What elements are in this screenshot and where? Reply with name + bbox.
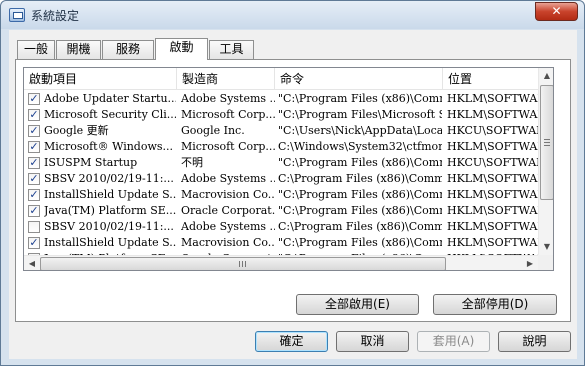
startup-item-command: "C:\Program Files (x86)\Comm... xyxy=(278,204,442,217)
startup-item-manufacturer: Google Inc. xyxy=(181,124,245,137)
startup-item-row[interactable]: ✓ Google 更新 Google Inc. "C:\Users\Nick\AppD… xyxy=(24,123,538,139)
startup-item-name: Google 更新 xyxy=(44,124,109,137)
startup-item-name: InstallShield Update S... xyxy=(44,236,176,249)
startup-item-name: Microsoft® Windows... xyxy=(44,140,174,153)
startup-item-location: HKCU\SOFTWARE\... xyxy=(447,124,538,137)
startup-item-location: HKLM\SOFTWARE\... xyxy=(447,172,538,185)
startup-items-list[interactable]: 啟動項目 製造商 命令 位置 ✓ Adobe Updater Startu... A… xyxy=(23,67,554,271)
msconfig-icon xyxy=(9,8,25,22)
title-bar[interactable]: 系統設定 ✕ xyxy=(1,1,584,29)
startup-item-location: HKLM\SOFTWARE\... xyxy=(447,140,538,153)
thumb-grip xyxy=(544,145,550,146)
ok-button[interactable]: 確定 xyxy=(255,331,328,352)
startup-item-checkbox[interactable]: ✓ xyxy=(28,93,40,105)
list-header: 啟動項目 製造商 命令 位置 xyxy=(24,68,538,90)
startup-item-manufacturer: Microsoft Corp... xyxy=(181,108,275,121)
startup-item-name: Adobe Updater Startu... xyxy=(44,92,176,105)
startup-item-row[interactable]: ✓ ISUSPM Startup 不明 "C:\Program Files (x86)… xyxy=(24,155,538,171)
scroll-down-icon[interactable]: ▼ xyxy=(539,239,553,255)
thumb-grip xyxy=(544,142,550,143)
scroll-up-icon[interactable]: ▲ xyxy=(539,68,553,84)
startup-item-row[interactable]: ✓ Adobe Updater Startu... Adobe Systems ..… xyxy=(24,91,538,107)
startup-item-checkbox[interactable]: ✓ xyxy=(28,157,40,169)
startup-item-row[interactable]: SBSV 2010/02/19-11:... Adobe Systems ... C… xyxy=(24,219,538,235)
startup-item-row[interactable]: ✓ Microsoft® Windows... Microsoft Corp... C… xyxy=(24,139,538,155)
startup-item-location: HKLM\SOFTWARE\... xyxy=(447,188,538,201)
dialog-client-area: 一般 開機 服務 啟動 工具 啟動項目 製造商 命令 位置 ✓ Adobe Upd… xyxy=(9,30,577,359)
startup-item-manufacturer: Adobe Systems ... xyxy=(181,220,275,233)
startup-item-name: ISUSPM Startup xyxy=(44,156,138,169)
thumb-grip xyxy=(245,261,246,267)
startup-item-checkbox[interactable]: ✓ xyxy=(28,125,40,137)
startup-item-row[interactable]: ✓ Microsoft Security Cli... Microsoft Corp… xyxy=(24,107,538,123)
startup-item-location: HKLM\SOFTWARE\... xyxy=(447,220,538,233)
startup-item-command: C:\Program Files (x86)\Commo... xyxy=(278,220,442,233)
startup-item-command: "C:\Program Files (x86)\Comm... xyxy=(278,92,442,105)
startup-item-checkbox[interactable] xyxy=(28,221,40,233)
startup-item-name: InstallShield Update S... xyxy=(44,188,176,201)
column-header-startup-item[interactable]: 啟動項目 xyxy=(24,68,177,90)
disable-all-button[interactable]: 全部停用(D) xyxy=(433,294,557,315)
system-configuration-window: 系統設定 ✕ 一般 開機 服務 啟動 工具 啟動項目 製造商 命令 位置 ✓ Ad… xyxy=(0,0,585,366)
startup-item-row[interactable]: ✓ Java(TM) Platform SE... Oracle Corporat.… xyxy=(24,203,538,219)
startup-item-location: HKCU\SOFTWARE\... xyxy=(447,156,538,169)
startup-item-location: HKLM\SOFTWARE\... xyxy=(447,92,538,105)
startup-item-location: HKLM\SOFTWARE\... xyxy=(447,204,538,217)
tab-startup[interactable]: 啟動 xyxy=(155,38,208,60)
startup-item-command: "C:\Program Files (x86)\Comm... xyxy=(278,188,442,201)
close-button[interactable]: ✕ xyxy=(535,2,578,21)
horizontal-scrollbar[interactable]: ◀ ▶ xyxy=(24,255,538,270)
startup-item-manufacturer: 不明 xyxy=(181,156,203,169)
startup-item-location: HKLM\SOFTWARE\... xyxy=(447,236,538,249)
column-header-manufacturer[interactable]: 製造商 xyxy=(177,68,275,90)
startup-item-command: "C:\Users\Nick\AppData\Local\... xyxy=(278,124,442,137)
startup-item-command: C:\Windows\System32\ctfmon.... xyxy=(278,140,442,153)
startup-item-command: C:\Program Files (x86)\Commo... xyxy=(278,172,442,185)
thumb-grip xyxy=(239,261,240,267)
startup-item-checkbox[interactable]: ✓ xyxy=(28,173,40,185)
cancel-button[interactable]: 取消 xyxy=(336,331,409,352)
startup-item-command: "C:\Program Files (x86)\Comm... xyxy=(278,156,442,169)
help-button[interactable]: 說明 xyxy=(498,331,571,352)
scroll-left-icon[interactable]: ◀ xyxy=(24,256,40,270)
startup-item-checkbox[interactable]: ✓ xyxy=(28,189,40,201)
startup-item-manufacturer: Macrovision Co... xyxy=(181,236,275,249)
scroll-right-icon[interactable]: ▶ xyxy=(522,256,538,270)
horizontal-scroll-thumb[interactable] xyxy=(40,257,446,270)
startup-item-row[interactable]: ✓ InstallShield Update S... Macrovision Co… xyxy=(24,187,538,203)
startup-item-checkbox[interactable]: ✓ xyxy=(28,205,40,217)
startup-item-manufacturer: Microsoft Corp... xyxy=(181,140,275,153)
startup-item-row[interactable]: ✓ InstallShield Update S... Macrovision Co… xyxy=(24,235,538,251)
tab-tools[interactable]: 工具 xyxy=(209,40,254,59)
thumb-grip xyxy=(242,261,243,267)
startup-item-manufacturer: Oracle Corporat... xyxy=(181,204,275,217)
tab-boot[interactable]: 開機 xyxy=(56,40,101,59)
startup-item-command: "C:\Program Files\Microsoft Se... xyxy=(278,108,442,121)
vertical-scrollbar[interactable]: ▲ ▼ xyxy=(538,68,553,255)
startup-item-name: SBSV 2010/02/19-11:... xyxy=(44,172,174,185)
startup-item-row[interactable]: ✓ SBSV 2010/02/19-11:... Adobe Systems ...… xyxy=(24,171,538,187)
thumb-grip xyxy=(544,139,550,140)
enable-all-button[interactable]: 全部啟用(E) xyxy=(296,294,419,315)
startup-item-checkbox[interactable]: ✓ xyxy=(28,109,40,121)
tab-general[interactable]: 一般 xyxy=(17,40,55,59)
startup-item-location: HKLM\SOFTWARE\... xyxy=(447,108,538,121)
startup-item-manufacturer: Macrovision Co... xyxy=(181,188,275,201)
list-rows: ✓ Adobe Updater Startu... Adobe Systems ..… xyxy=(24,91,538,267)
startup-item-command: "C:\Program Files (x86)\Comm... xyxy=(278,236,442,249)
startup-item-checkbox[interactable]: ✓ xyxy=(28,141,40,153)
apply-button[interactable]: 套用(A) xyxy=(417,331,490,352)
window-title: 系統設定 xyxy=(31,9,80,23)
startup-item-name: Microsoft Security Cli... xyxy=(44,108,176,121)
startup-item-manufacturer: Adobe Systems ... xyxy=(181,172,275,185)
startup-item-name: SBSV 2010/02/19-11:... xyxy=(44,220,174,233)
tab-services[interactable]: 服務 xyxy=(102,40,154,59)
startup-item-checkbox[interactable]: ✓ xyxy=(28,237,40,249)
scrollbar-corner xyxy=(538,255,553,270)
column-header-location[interactable]: 位置 xyxy=(443,68,538,90)
vertical-scroll-thumb[interactable] xyxy=(540,85,553,200)
startup-item-name: Java(TM) Platform SE... xyxy=(44,204,176,217)
startup-item-manufacturer: Adobe Systems ... xyxy=(181,92,275,105)
column-header-command[interactable]: 命令 xyxy=(275,68,443,90)
